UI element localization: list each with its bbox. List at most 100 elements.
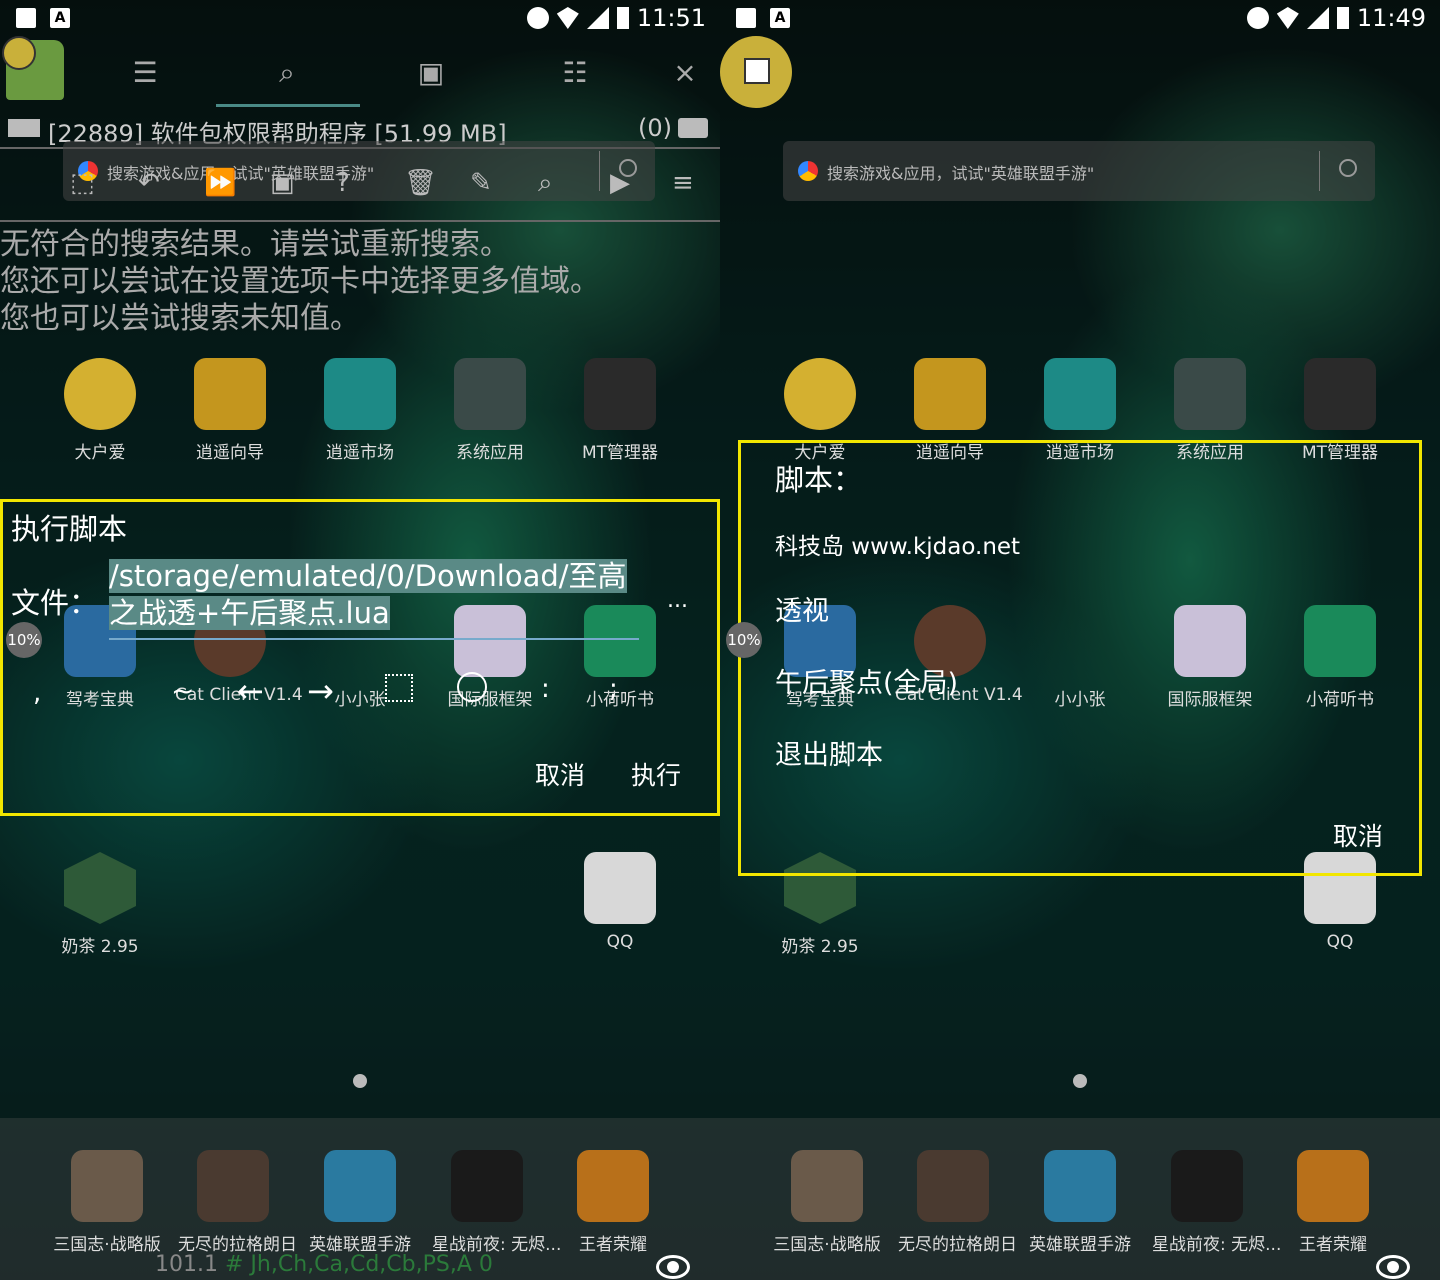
app-qq[interactable]: QQ [565,852,675,952]
select-all-icon[interactable]: ⬚ [70,168,95,198]
launcher-search-bar[interactable]: 搜索游戏&应用，试试"英雄联盟手游" [783,141,1375,201]
left-screen: A 11:51 ☰ ⌕ ▣ ☷ × [22889] 软件包权限帮助程序 [51.… [0,0,720,1280]
app-xiaoyao-guide[interactable]: 逍遥向导 [175,358,285,463]
refresh-icon[interactable] [678,118,708,138]
app-icon [1171,1150,1243,1222]
app-dahuai[interactable]: 大户爱 [45,358,155,463]
dock-app[interactable]: 英雄联盟手游 [305,1150,415,1255]
save-icon[interactable]: ▣ [416,58,446,88]
execute-button[interactable]: 执行 [631,756,681,792]
dock-app[interactable]: 无尽的拉格朗日 [898,1150,1017,1255]
app-label: QQ [606,932,634,952]
file-path-input[interactable]: /storage/emulated/0/Download/至高之战透+午后聚点.… [109,558,639,632]
dock-app[interactable]: 王者荣耀 [1278,1150,1388,1255]
app-naicha[interactable]: 奶茶 2.95 [45,852,155,957]
arrow-right-icon[interactable]: → [307,672,334,710]
signal-icon [1306,7,1329,29]
status-bar: A 11:51 [0,0,720,36]
key-colon[interactable]: : [541,674,550,704]
mt-icon [584,358,656,430]
arrow-left-icon[interactable]: ← [237,672,264,710]
wifi-icon [1276,7,1299,29]
app-label: QQ [1326,932,1354,952]
app-label: 系统应用 [456,443,524,463]
close-icon[interactable]: × [670,58,700,88]
app-icon [1297,1150,1369,1222]
menu-item-kjdao[interactable]: 科技岛 www.kjdao.net [775,527,1020,561]
lightbulb-icon [194,358,266,430]
key-comma[interactable]: , [33,678,41,708]
no-results-line: 您也可以尝试搜索未知值。 [0,301,360,336]
search-separator [1319,151,1320,191]
menu-item-afternoon-point[interactable]: 午后聚点(全局) [775,661,958,700]
search-icon[interactable]: ⌕ [538,168,553,199]
app-system-apps[interactable]: 系统应用 [435,358,545,463]
search-unknown-icon[interactable]: ? [336,168,350,198]
dock-app[interactable]: 星战前夜: 无烬... [432,1150,561,1255]
app-label: 英雄联盟手游 [1029,1235,1131,1255]
cancel-button[interactable]: 取消 [1333,817,1383,853]
app-label: 奶茶 2.95 [61,937,139,957]
floating-gg-button[interactable] [720,36,792,108]
settings-sliders-icon[interactable]: ☰ [130,58,160,88]
key-semicolon[interactable]: ; [609,674,618,704]
dnd-icon [1246,7,1269,29]
delete-icon[interactable]: 🗑 [404,168,437,198]
gg-toolbar: ☰ ⌕ ▣ ☷ × [0,36,720,107]
folder-icon [1174,358,1246,430]
pause-icon[interactable] [8,119,40,137]
dock-app[interactable]: 三国志·战略版 [772,1150,882,1255]
store-icon [324,358,396,430]
select-all-icon[interactable] [385,674,413,702]
app-icon [64,358,136,430]
undo-icon[interactable]: ↶ [138,168,160,198]
app-mt-manager[interactable]: MT管理器 [565,358,675,463]
key-tilde[interactable]: ~ [171,674,194,707]
search-icon [1339,159,1357,177]
history-icon[interactable] [457,672,487,702]
speed-percent-badge[interactable]: 10% [726,622,762,658]
app-icon [784,358,856,430]
dock-app[interactable]: 三国志·战略版 [52,1150,162,1255]
list-icon[interactable]: ☷ [560,58,590,88]
image-icon [736,8,756,28]
dock-app[interactable]: 无尽的拉格朗日 [178,1150,297,1255]
app-xiaoyao-market[interactable]: 逍遥市场 [305,358,415,463]
script-menu-dialog: 脚本： 科技岛 www.kjdao.net 透视 午后聚点(全局) 退出脚本 取… [738,440,1422,876]
search-logo-icon [798,161,818,181]
edit-icon[interactable]: ✎ [470,168,492,198]
lightbulb-icon [914,358,986,430]
menu-icon[interactable]: ≡ [672,168,694,198]
dock-app[interactable]: 王者荣耀 [558,1150,668,1255]
app-icon [71,1150,143,1222]
no-results-message: 无符合的搜索结果。请尝试重新搜索。 您还可以尝试在设置选项卡中选择更多值域。 您… [0,226,600,337]
wifi-icon [556,7,579,29]
menu-item-exit-script[interactable]: 退出脚本 [775,733,883,772]
play-icon[interactable]: ▶ [610,168,630,198]
eye-icon[interactable] [656,1255,690,1279]
speed-percent-badge[interactable]: 10% [6,622,42,658]
fast-forward-icon[interactable]: ⏩ [204,168,236,198]
dialog-title: 执行脚本 [11,512,128,546]
file-label: 文件： [11,586,99,620]
file-path-text: /storage/emulated/0/Download/至高之战透+午后聚点.… [109,559,627,630]
search-icon[interactable]: ⌕ [272,58,302,88]
app-icon [1044,1150,1116,1222]
save-list-icon[interactable]: ▣ [270,168,295,198]
more-button[interactable]: ... [667,588,688,613]
dock-app[interactable]: 星战前夜: 无烬... [1152,1150,1281,1255]
app-label: 逍遥向导 [196,443,264,463]
app-icon [791,1150,863,1222]
a-notification-icon: A [770,8,790,28]
menu-item-wallhack[interactable]: 透视 [775,589,829,628]
app-icon [324,1150,396,1222]
avatar [2,36,36,70]
eye-icon[interactable] [1376,1255,1410,1279]
right-screen: A 11:49 搜索游戏&应用，试试"英雄联盟手游" 大户爱 逍遥向导 逍遥市场… [720,0,1440,1280]
dock-app[interactable]: 英雄联盟手游 [1025,1150,1135,1255]
divider [0,220,720,222]
stop-icon [744,58,770,84]
image-icon [16,8,36,28]
cancel-button[interactable]: 取消 [535,756,585,792]
app-label: 大户爱 [74,443,126,463]
